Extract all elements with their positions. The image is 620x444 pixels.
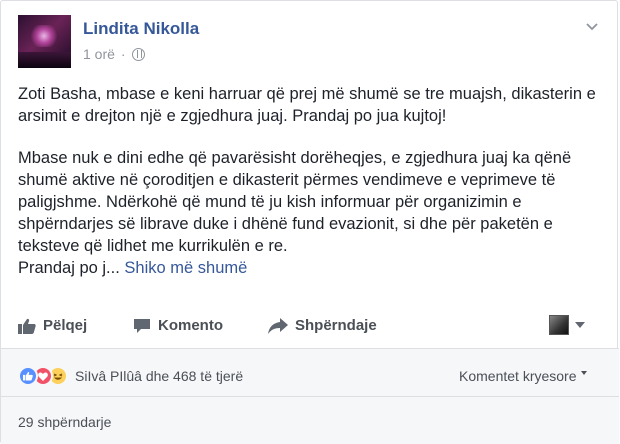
reactions-text[interactable]: SiIvâ PIlûâ dhe 468 të tjerë	[75, 368, 243, 384]
avatar-stage-light	[30, 25, 58, 47]
author-avatar[interactable]	[18, 15, 71, 68]
post-card: Lindita Nikolla 1 orë · Zoti Basha, mbas…	[0, 0, 619, 444]
like-reaction-icon	[18, 366, 38, 386]
post-paragraph-1: Zoti Basha, mbase e keni harruar që prej…	[18, 85, 596, 125]
caret-down-icon	[575, 322, 585, 328]
reactions-summary[interactable]: SiIvâ PIlûâ dhe 468 të tjerë	[18, 366, 243, 386]
like-label: Pëlqej	[43, 317, 88, 334]
post-time[interactable]: 1 orë	[83, 46, 115, 62]
globe-icon[interactable]	[131, 47, 145, 61]
comment-label: Komento	[158, 317, 223, 334]
audience-selector[interactable]	[549, 315, 585, 335]
share-button[interactable]: Shpërndaje	[268, 317, 377, 334]
share-label: Shpërndaje	[295, 317, 377, 334]
post-meta: 1 orë ·	[83, 46, 145, 62]
avatar-stage	[18, 52, 71, 68]
see-more-link[interactable]: Shiko më shumë	[124, 259, 247, 277]
share-arrow-icon	[268, 317, 288, 334]
meta-separator: ·	[120, 46, 126, 62]
post-paragraph-2-text: Mbase nuk e dini edhe që pavarësisht dor…	[18, 149, 572, 255]
comment-sort-label: Komentet kryesore	[459, 368, 577, 384]
comment-button[interactable]: Komento	[133, 317, 223, 334]
sort-caret-icon	[580, 371, 587, 375]
current-user-avatar	[549, 315, 569, 335]
divider-top	[1, 348, 619, 349]
post-paragraph-2: Mbase nuk e dini edhe që pavarësisht dor…	[18, 147, 608, 279]
post-actions: Pëlqej Komento Shpërndaje	[18, 313, 601, 341]
comment-icon	[134, 318, 150, 333]
comment-sort-selector[interactable]: Komentet kryesore	[459, 368, 587, 384]
author-name[interactable]: Lindita Nikolla	[83, 19, 199, 39]
thumbs-up-icon	[18, 318, 36, 334]
like-button[interactable]: Pëlqej	[18, 317, 87, 334]
shares-count[interactable]: 29 shpërndarje	[18, 414, 111, 430]
chevron-down-icon[interactable]	[585, 19, 599, 33]
post-paragraph-3-start: Prandaj po j...	[18, 259, 120, 277]
divider-middle	[1, 396, 619, 397]
